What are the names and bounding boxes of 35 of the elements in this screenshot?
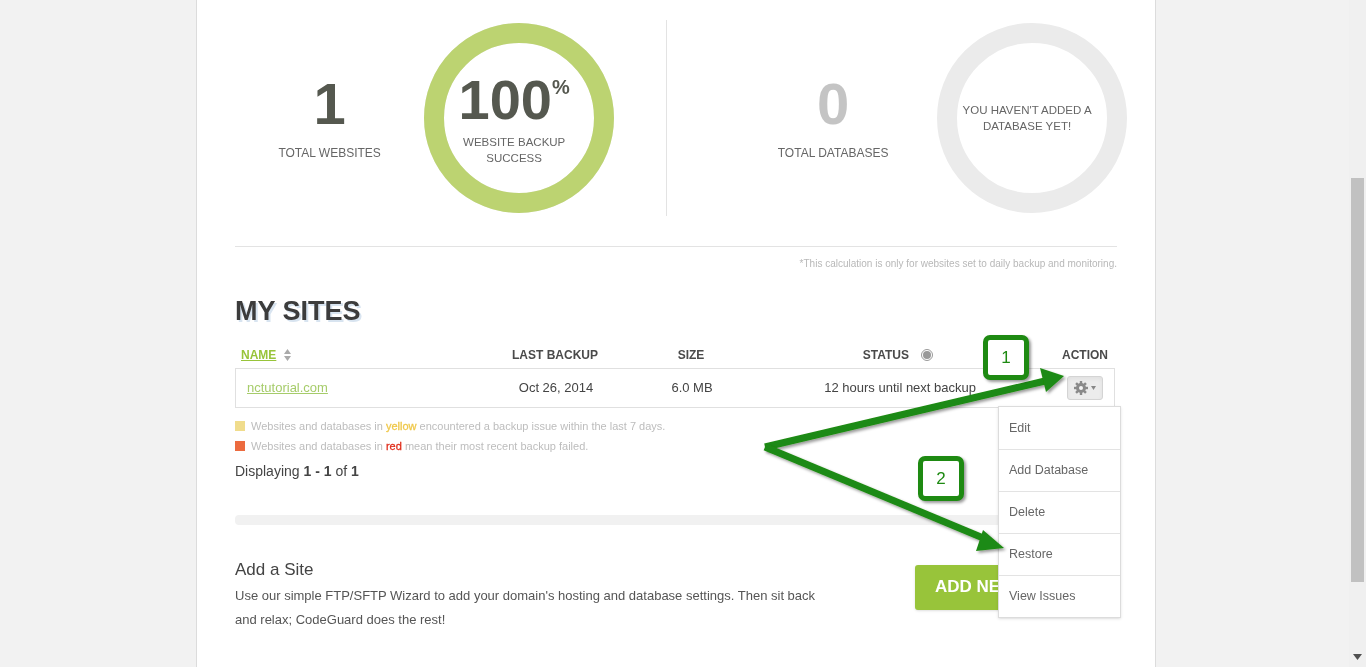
add-site-description: Use our simple FTP/SFTP Wizard to add your domain's hosting and database settings. Then sit back and relax; CodeGuard does the rest! (235, 587, 817, 629)
caret-icon (1091, 385, 1096, 390)
section-title: MY SITES (235, 296, 361, 326)
callout-badge: 1 (983, 335, 1029, 380)
column-header[interactable]: STATUS (862, 345, 909, 364)
add-site-title: Add a Site (235, 558, 315, 581)
menu-item[interactable]: Edit (999, 407, 1120, 449)
stat-label: WEBSITE BACKUP SUCCESS (462, 135, 567, 166)
pagination-text: Displaying 1 - 1 of 1 (235, 462, 359, 479)
menu-item[interactable]: Add Database (999, 449, 1120, 491)
footnote: *This calculation is only for websites set to daily backup and monitoring. (799, 257, 1117, 271)
stat-label: TOTAL WEBSITES (278, 145, 381, 162)
table-cell-text: Oct 26, 2014 (518, 378, 594, 397)
column-header[interactable]: SIZE (677, 345, 705, 364)
legend-text: Websites and databases in yellow encountered a backup issue within the last 7 days. (251, 418, 666, 434)
sort-icon[interactable] (284, 348, 292, 361)
callout-badge: 2 (918, 456, 964, 501)
scrollbar-thumb[interactable] (1351, 178, 1364, 582)
stat-label: TOTAL DATABASES (777, 145, 889, 162)
table-cell-text: 12 hours until next backup (824, 378, 976, 397)
column-header[interactable]: LAST BACKUP (512, 345, 598, 364)
help-icon[interactable] (921, 348, 933, 361)
gear-icon (1074, 380, 1088, 395)
legend-text: Websites and databases in red mean their most recent backup failed. (251, 439, 589, 454)
menu-item[interactable]: Delete (999, 491, 1120, 533)
table-cell-text: 6.0 MB (671, 378, 713, 397)
scroll-down-icon[interactable] (1353, 654, 1362, 660)
menu-item[interactable]: View Issues (999, 575, 1120, 617)
percent-sign: % (552, 75, 570, 98)
gear-dropdown-button[interactable] (1067, 375, 1103, 400)
column-header[interactable]: ACTION (1062, 345, 1108, 364)
stat-number: 100 (458, 70, 552, 130)
stat-number: 0 (816, 74, 850, 134)
empty-message: YOU HAVEN'T ADDED A DATABASE YET! (961, 103, 1093, 134)
stat-number: 1 (313, 74, 346, 134)
